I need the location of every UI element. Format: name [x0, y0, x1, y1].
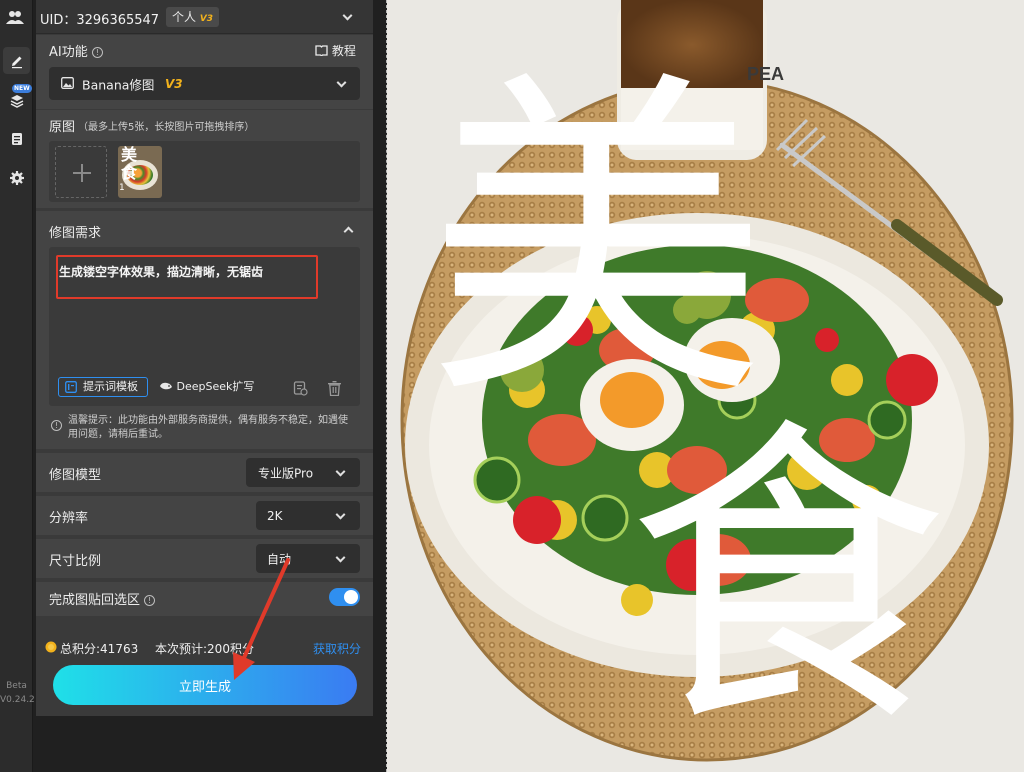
overlay-text-2: 食: [627, 394, 947, 766]
food-photo: PEA 美 食: [387, 0, 1024, 772]
canvas-image[interactable]: PEA 美 食: [386, 0, 1024, 772]
overlay-text-1: 美: [427, 45, 767, 441]
